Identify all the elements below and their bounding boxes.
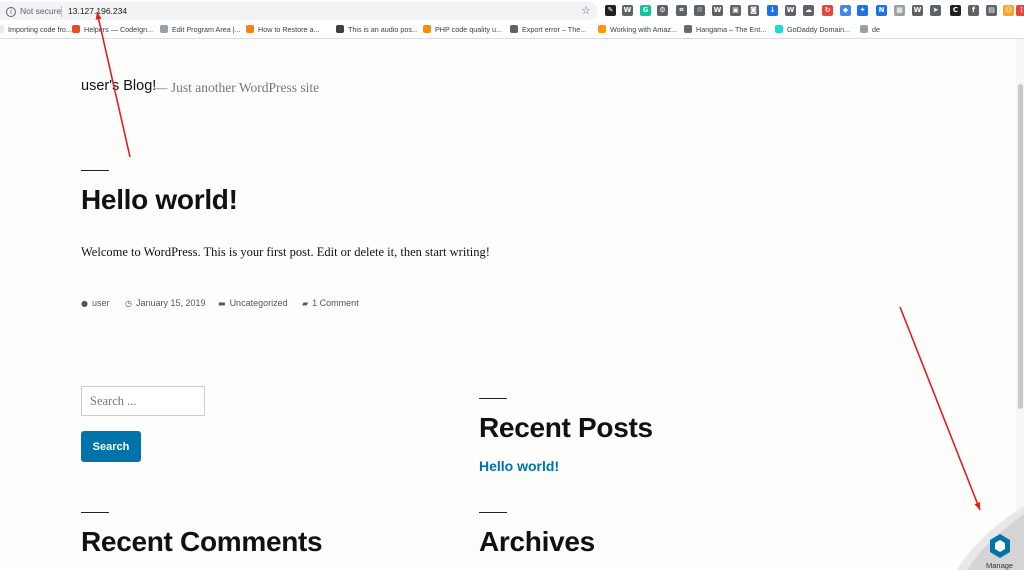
annotation-arrow-line <box>96 11 131 158</box>
annotation-arrow-line <box>899 306 981 511</box>
annotation-arrows <box>95 11 981 511</box>
manage-label[interactable]: Manage <box>986 561 1013 570</box>
